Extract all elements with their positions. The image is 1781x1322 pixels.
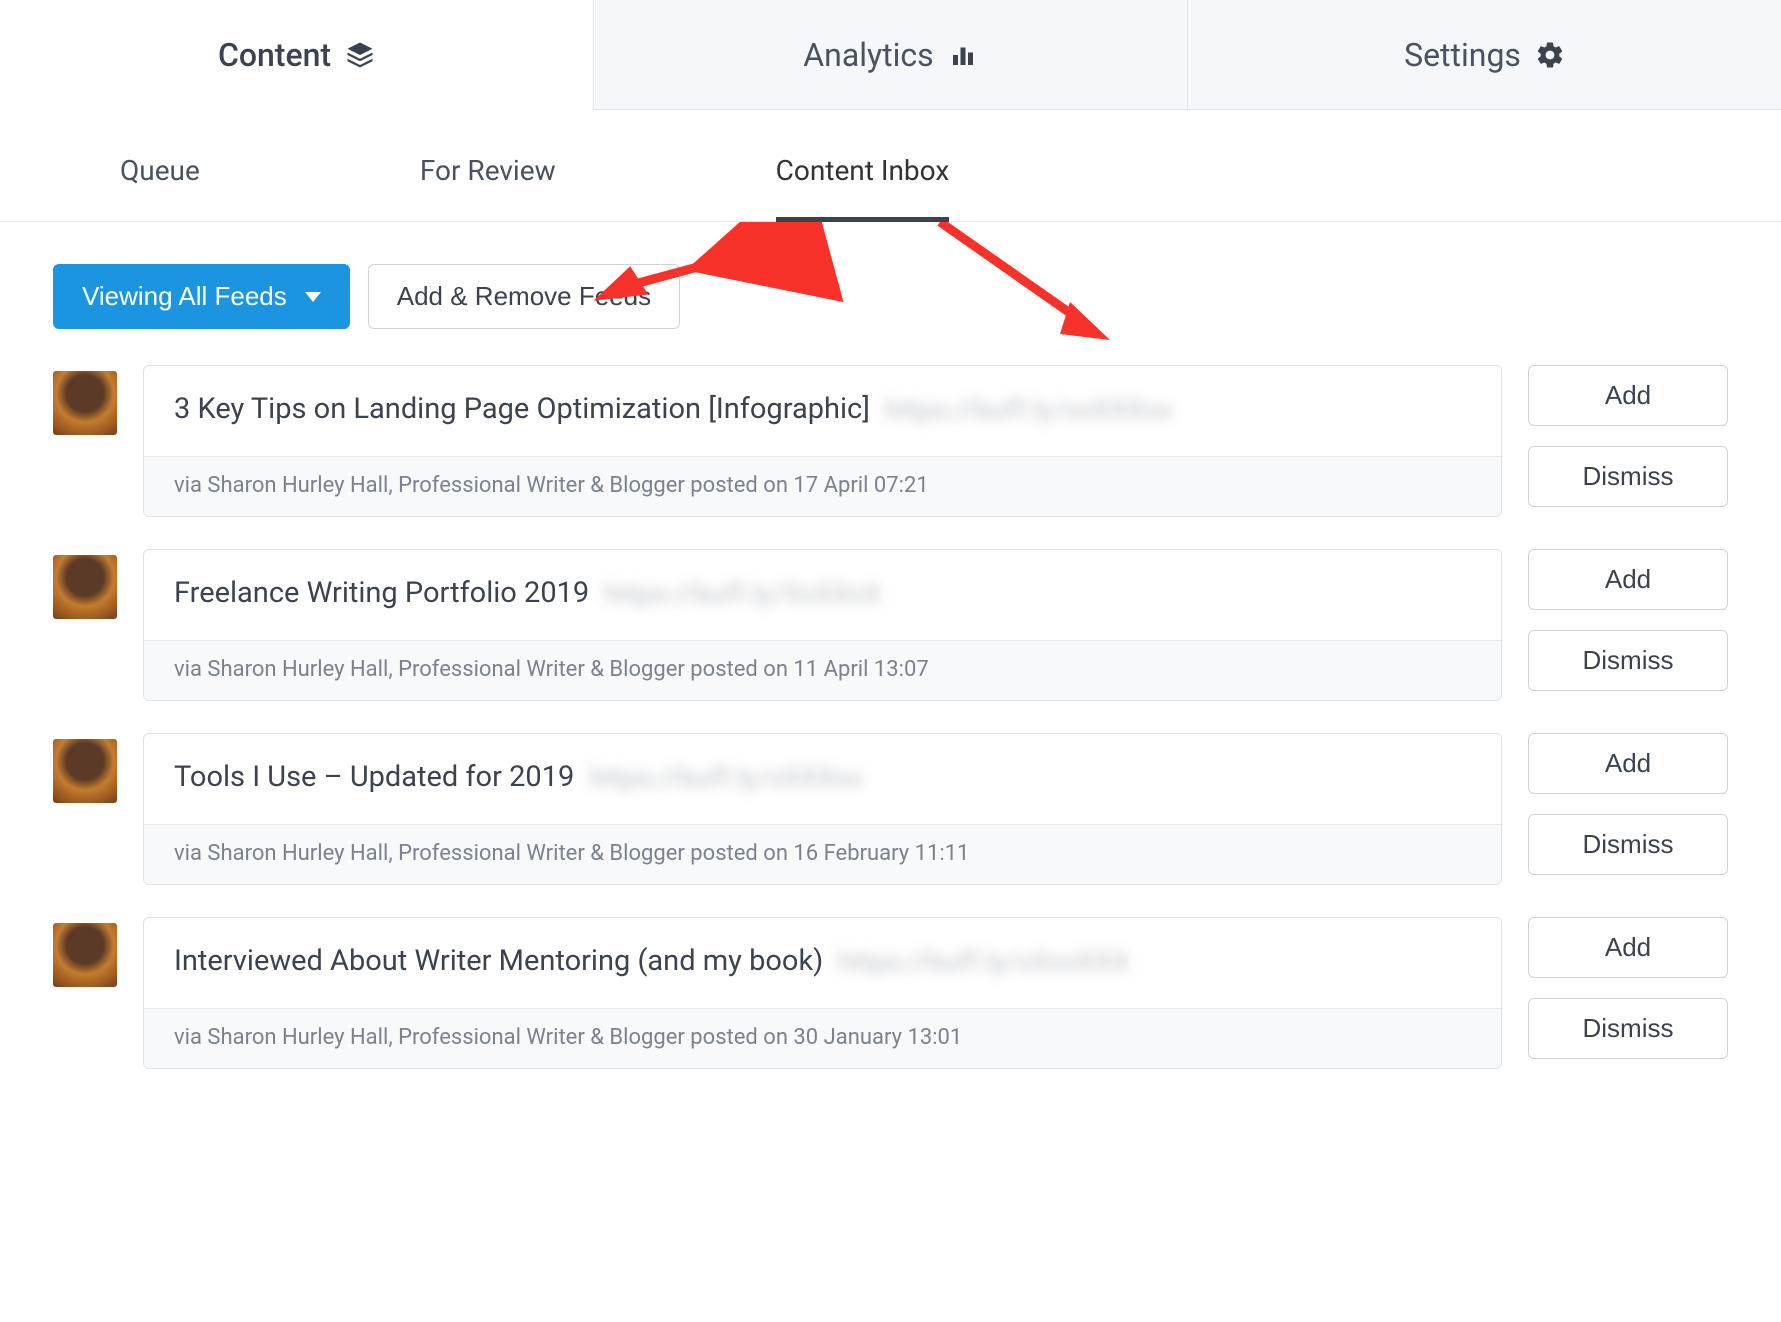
add-button[interactable]: Add — [1528, 917, 1728, 978]
item-title: Freelance Writing Portfolio 2019 — [174, 576, 589, 610]
tab-content-inbox[interactable]: Content Inbox — [736, 130, 990, 221]
main-tabs: Content Analytics Settings — [0, 0, 1781, 110]
tab-content-label: Content — [218, 36, 331, 74]
tab-content[interactable]: Content — [0, 0, 594, 110]
item-meta: via Sharon Hurley Hall, Professional Wri… — [144, 456, 1501, 516]
content-card[interactable]: Tools I Use – Updated for 2019 https://b… — [143, 733, 1502, 885]
add-button[interactable]: Add — [1528, 365, 1728, 426]
add-button[interactable]: Add — [1528, 549, 1728, 610]
item-title: 3 Key Tips on Landing Page Optimization … — [174, 392, 870, 426]
tab-settings[interactable]: Settings — [1188, 0, 1781, 110]
item-link: https://buff.ly/xXxxXXX — [837, 945, 1129, 978]
item-meta: via Sharon Hurley Hall, Professional Wri… — [144, 640, 1501, 700]
tab-analytics-label: Analytics — [803, 36, 933, 74]
item-link: https://buff.ly/XxXXxX — [603, 577, 881, 610]
tab-analytics[interactable]: Analytics — [594, 0, 1188, 110]
item-actions: Add Dismiss — [1528, 549, 1728, 691]
content-card[interactable]: Interviewed About Writer Mentoring (and … — [143, 917, 1502, 1069]
layers-icon — [345, 40, 375, 70]
add-remove-feeds-label: Add & Remove Feeds — [397, 281, 651, 312]
item-link: https://buff.ly/xxXXXxx — [884, 393, 1173, 426]
add-remove-feeds-button[interactable]: Add & Remove Feeds — [368, 264, 680, 329]
dismiss-button[interactable]: Dismiss — [1528, 814, 1728, 875]
gear-icon — [1535, 40, 1565, 70]
item-title: Interviewed About Writer Mentoring (and … — [174, 944, 823, 978]
content-card[interactable]: 3 Key Tips on Landing Page Optimization … — [143, 365, 1502, 517]
feed-item: 3 Key Tips on Landing Page Optimization … — [53, 365, 1728, 517]
item-actions: Add Dismiss — [1528, 917, 1728, 1059]
item-title: Tools I Use – Updated for 2019 — [174, 760, 574, 794]
content-card[interactable]: Freelance Writing Portfolio 2019 https:/… — [143, 549, 1502, 701]
item-meta: via Sharon Hurley Hall, Professional Wri… — [144, 824, 1501, 884]
feed-item: Tools I Use – Updated for 2019 https://b… — [53, 733, 1728, 885]
item-actions: Add Dismiss — [1528, 733, 1728, 875]
dismiss-button[interactable]: Dismiss — [1528, 998, 1728, 1059]
dismiss-button[interactable]: Dismiss — [1528, 446, 1728, 507]
feed-item: Interviewed About Writer Mentoring (and … — [53, 917, 1728, 1069]
bar-chart-icon — [948, 40, 978, 70]
dismiss-button[interactable]: Dismiss — [1528, 630, 1728, 691]
feed-list: 3 Key Tips on Landing Page Optimization … — [0, 349, 1781, 1093]
tab-for-review-label: For Review — [420, 154, 556, 187]
feed-item: Freelance Writing Portfolio 2019 https:/… — [53, 549, 1728, 701]
viewing-all-feeds-dropdown[interactable]: Viewing All Feeds — [53, 264, 350, 329]
chevron-down-icon — [305, 292, 321, 302]
tab-for-review[interactable]: For Review — [380, 130, 596, 221]
avatar — [53, 923, 117, 987]
tab-queue[interactable]: Queue — [80, 130, 240, 221]
item-actions: Add Dismiss — [1528, 365, 1728, 507]
item-meta: via Sharon Hurley Hall, Professional Wri… — [144, 1008, 1501, 1068]
avatar — [53, 371, 117, 435]
viewing-all-feeds-label: Viewing All Feeds — [82, 281, 287, 312]
avatar — [53, 739, 117, 803]
sub-tabs: Queue For Review Content Inbox — [0, 110, 1781, 222]
add-button[interactable]: Add — [1528, 733, 1728, 794]
tab-settings-label: Settings — [1404, 36, 1521, 74]
item-link: https://buff.ly/xXXXxx — [588, 761, 863, 794]
controls-row: Viewing All Feeds Add & Remove Feeds — [0, 222, 1781, 349]
avatar — [53, 555, 117, 619]
tab-content-inbox-label: Content Inbox — [776, 154, 950, 187]
tab-queue-label: Queue — [120, 154, 200, 187]
